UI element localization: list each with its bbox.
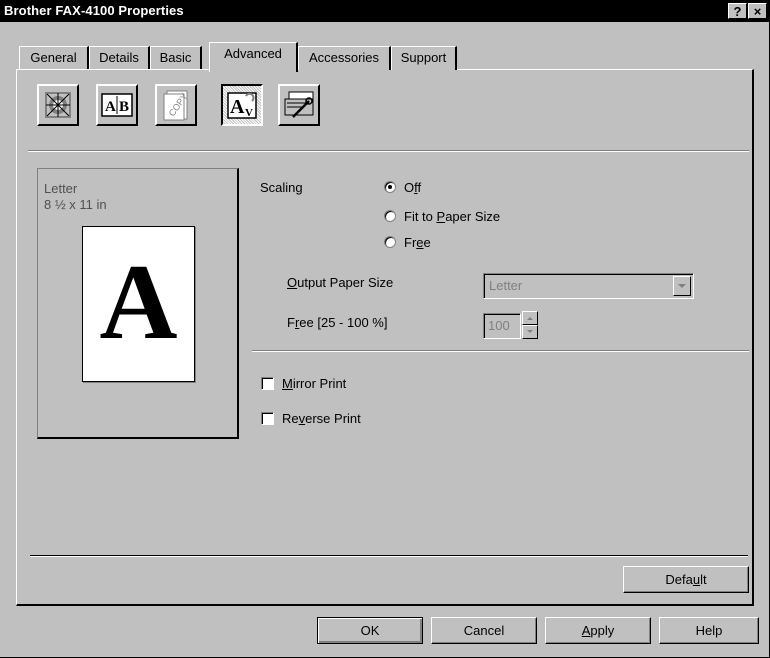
free-percent-value: 100 <box>488 318 510 333</box>
label-part: Fr <box>404 235 417 250</box>
label-part: ee [25 - 100 %] <box>299 315 388 330</box>
tab-label: Basic <box>159 50 192 65</box>
tab-label: Support <box>400 50 447 65</box>
scaling-off-label[interactable]: Off <box>404 180 421 195</box>
copy-button[interactable]: COPY <box>155 84 197 126</box>
chevron-down-icon <box>678 284 686 288</box>
apply-button[interactable]: Apply <box>545 617 651 644</box>
arrow-up-icon <box>527 317 533 320</box>
tab-label: Details <box>99 50 139 65</box>
tab-basic[interactable]: Basic <box>150 46 202 70</box>
svg-text:A: A <box>105 99 116 115</box>
scaling-off-radio[interactable] <box>384 181 396 193</box>
label-part: O <box>404 180 415 195</box>
free-percent-spinner[interactable] <box>522 311 538 339</box>
radio-dot <box>388 185 392 189</box>
text-scaling-button[interactable]: A V <box>221 84 263 126</box>
tab-support[interactable]: Support <box>391 46 457 70</box>
mnemonic: u <box>692 572 701 587</box>
output-paper-size-label: Output Paper Size <box>287 275 393 290</box>
print-quality-icon <box>45 92 71 118</box>
output-paper-size-value: Letter <box>489 278 523 293</box>
preview-page: A <box>82 226 195 382</box>
scaling-free-radio[interactable] <box>384 236 396 248</box>
window-title: Brother FAX-4100 Properties <box>4 3 184 18</box>
help-footer-button[interactable]: Help <box>659 617 759 644</box>
scaling-fit-to-paper-radio[interactable] <box>384 210 396 222</box>
mirror-print-checkbox[interactable] <box>261 377 274 390</box>
label-part: Defa <box>665 572 693 587</box>
text-scaling-icon: A V <box>227 92 257 119</box>
mnemonic: e <box>416 235 424 250</box>
tab-accessories[interactable]: Accessories <box>298 46 391 70</box>
label-part: utput Paper Size <box>297 275 394 290</box>
mnemonic: P <box>436 209 446 224</box>
reverse-print-label[interactable]: Reverse Print <box>282 411 361 426</box>
dropdown-arrow-button[interactable] <box>673 276 691 296</box>
label-part: erse Print <box>305 411 361 426</box>
label-part: aper Size <box>445 209 501 224</box>
label-part: lt <box>700 572 707 587</box>
scaling-free-label[interactable]: Free <box>404 235 431 250</box>
scaling-fit-to-paper-label[interactable]: Fit to Paper Size <box>404 209 500 224</box>
help-button[interactable]: ? <box>728 3 747 19</box>
toolbar-divider <box>28 150 749 152</box>
arrow-down-icon <box>527 330 533 333</box>
label-part: f <box>417 180 422 195</box>
copy-icon: COPY <box>163 90 190 121</box>
scaling-label: Scaling <box>260 180 303 195</box>
properties-dialog: Brother FAX-4100 Properties ? × General … <box>0 0 770 658</box>
mnemonic: M <box>282 376 293 391</box>
mnemonic: O <box>287 275 298 290</box>
spin-up-button[interactable] <box>522 311 538 325</box>
default-button[interactable]: Default <box>623 566 749 593</box>
label-part: pply <box>590 623 615 638</box>
free-percent-input[interactable]: 100 <box>483 313 521 339</box>
tab-label: Accessories <box>308 50 380 65</box>
free-percent-label: Free [25 - 100 %] <box>287 315 387 330</box>
svg-text:A: A <box>230 96 245 118</box>
tab-label: Advanced <box>224 46 282 61</box>
reverse-print-checkbox[interactable] <box>261 412 274 425</box>
preview-sample-glyph: A <box>99 243 178 362</box>
tab-general[interactable]: General <box>19 46 89 70</box>
svg-text:V: V <box>245 107 253 119</box>
ok-button[interactable]: OK <box>317 617 423 644</box>
label-part: irror Print <box>292 376 347 391</box>
bottom-divider <box>30 555 748 557</box>
options-divider <box>252 350 749 352</box>
device-options-button[interactable] <box>278 84 320 126</box>
preview-paper-name: Letter <box>44 181 78 196</box>
paper-layout-button[interactable]: A B <box>96 84 138 126</box>
output-paper-size-select[interactable]: Letter <box>483 273 694 299</box>
title-bar: Brother FAX-4100 Properties ? × <box>0 0 769 22</box>
tab-label: General <box>30 50 77 65</box>
tab-details[interactable]: Details <box>89 46 150 70</box>
label-part: Fit to <box>404 209 437 224</box>
label-part: e <box>423 235 431 250</box>
paper-layout-icon: A B <box>101 93 133 117</box>
spin-down-button[interactable] <box>522 325 538 339</box>
mirror-print-label[interactable]: Mirror Print <box>282 376 346 391</box>
preview-paper-size: 8 ½ x 11 in <box>44 197 107 212</box>
svg-text:B: B <box>119 99 129 115</box>
print-quality-button[interactable] <box>37 84 79 126</box>
device-options-icon <box>284 91 314 118</box>
cancel-button[interactable]: Cancel <box>431 617 537 644</box>
close-button[interactable]: × <box>748 3 767 19</box>
tab-advanced[interactable]: Advanced <box>209 42 298 72</box>
label-part: F <box>287 315 295 330</box>
label-part: Re <box>282 411 299 426</box>
